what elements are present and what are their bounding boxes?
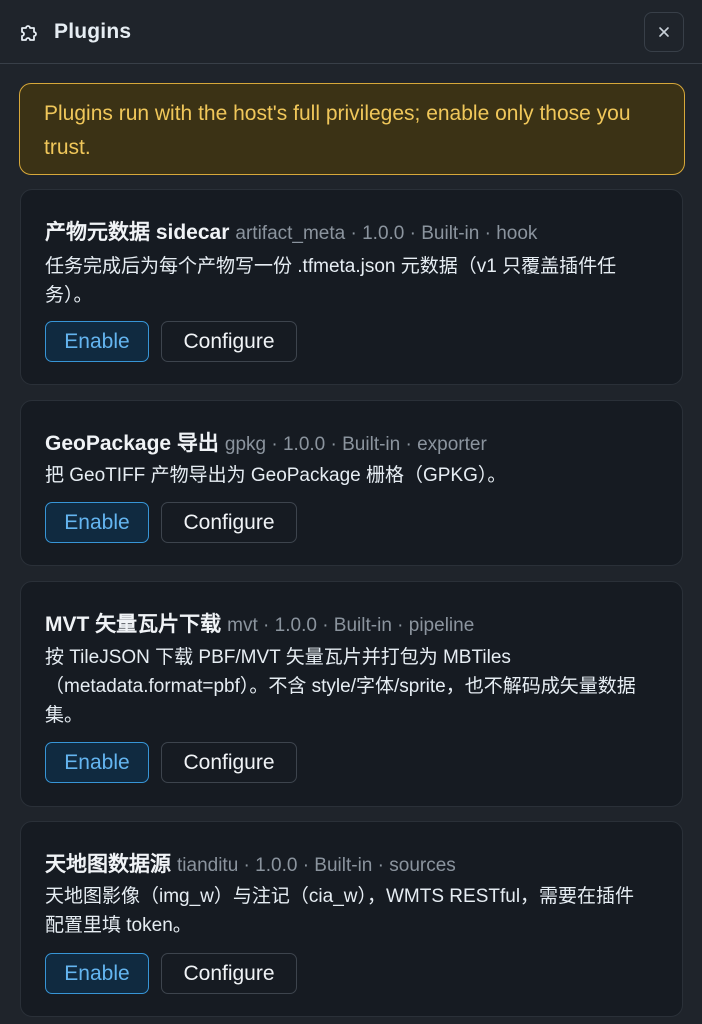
close-button[interactable] xyxy=(644,12,684,52)
warning-text: Plugins run with the host's full privile… xyxy=(44,102,631,159)
dialog-header: Plugins xyxy=(0,0,702,64)
plugin-actions: Enable Configure xyxy=(45,321,297,362)
plugin-description: 按 TileJSON 下载 PBF/MVT 矢量瓦片并打包为 MBTiles（m… xyxy=(45,647,636,726)
puzzle-icon xyxy=(18,20,42,44)
configure-button[interactable]: Configure xyxy=(161,742,297,783)
plugin-actions: Enable Configure xyxy=(45,742,297,783)
plugin-title-row: GeoPackage 导出 gpkg · 1.0.0 · Built-in · e… xyxy=(45,427,662,457)
plugin-actions: Enable Configure xyxy=(45,953,297,994)
plugin-description: 天地图影像（img_w）与注记（cia_w），WMTS RESTful，需要在插… xyxy=(45,886,635,936)
plugin-card: GeoPackage 导出 gpkg · 1.0.0 · Built-in · e… xyxy=(20,400,683,566)
plugin-meta: tianditu · 1.0.0 · Built-in · sources xyxy=(177,855,456,876)
enable-button[interactable]: Enable xyxy=(45,742,149,783)
plugin-title-row: 产物元数据 sidecar artifact_meta · 1.0.0 · Bui… xyxy=(45,216,662,246)
plugin-card: MVT 矢量瓦片下载 mvt · 1.0.0 · Built-in · pipel… xyxy=(20,581,683,807)
plugin-name: 天地图数据源 xyxy=(45,853,171,876)
plugin-meta: mvt · 1.0.0 · Built-in · pipeline xyxy=(227,615,475,636)
enable-button[interactable]: Enable xyxy=(45,321,149,362)
plugin-title-row: MVT 矢量瓦片下载 mvt · 1.0.0 · Built-in · pipel… xyxy=(45,608,662,638)
dialog-title: Plugins xyxy=(54,19,132,43)
plugin-title-row: 天地图数据源 tianditu · 1.0.0 · Built-in · sour… xyxy=(45,848,662,878)
configure-button[interactable]: Configure xyxy=(161,321,297,362)
privilege-warning: Plugins run with the host's full privile… xyxy=(19,83,685,175)
plugin-card: 天地图数据源 tianditu · 1.0.0 · Built-in · sour… xyxy=(20,821,683,1017)
close-icon xyxy=(657,25,671,39)
enable-button[interactable]: Enable xyxy=(45,953,149,994)
plugin-description: 把 GeoTIFF 产物导出为 GeoPackage 栅格（GPKG）。 xyxy=(45,465,507,486)
plugin-actions: Enable Configure xyxy=(45,502,297,543)
plugin-meta: artifact_meta · 1.0.0 · Built-in · hook xyxy=(235,223,538,244)
configure-button[interactable]: Configure xyxy=(161,502,297,543)
enable-button[interactable]: Enable xyxy=(45,502,149,543)
plugin-name: GeoPackage 导出 xyxy=(45,432,219,455)
plugin-meta: gpkg · 1.0.0 · Built-in · exporter xyxy=(224,434,487,455)
configure-button[interactable]: Configure xyxy=(161,953,297,994)
plugin-name: MVT 矢量瓦片下载 xyxy=(45,613,222,636)
plugin-name: 产物元数据 sidecar xyxy=(45,221,230,244)
plugin-description: 任务完成后为每个产物写一份 .tfmeta.json 元数据（v1 只覆盖插件任… xyxy=(45,256,617,306)
plugin-card: 产物元数据 sidecar artifact_meta · 1.0.0 · Bui… xyxy=(20,189,683,385)
